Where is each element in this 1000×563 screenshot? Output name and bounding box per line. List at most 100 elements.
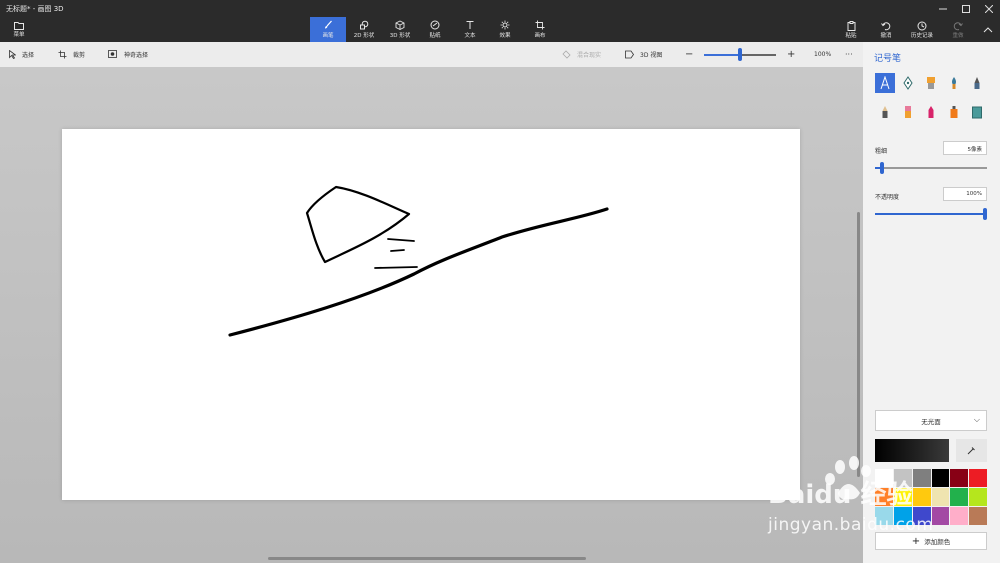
minimize-icon (938, 8, 947, 9)
pixel-pen-icon (974, 77, 980, 89)
opacity-slider-fill (875, 213, 983, 215)
mixed-reality-button[interactable]: 混合现实 (562, 42, 601, 67)
magic-select-icon (108, 50, 117, 58)
tab-stickers[interactable]: 贴纸 (417, 17, 453, 42)
calligraphy-pen-icon (903, 76, 913, 90)
spray-can-icon (950, 106, 958, 118)
undo-button[interactable]: 撤消 (874, 17, 898, 42)
zoom-in-button[interactable]: + (787, 42, 795, 67)
pencil-icon (882, 106, 888, 118)
menu-label: 菜单 (13, 32, 25, 38)
close-icon (984, 4, 993, 13)
paste-icon (847, 20, 855, 31)
zoom-out-button[interactable]: − (685, 42, 693, 67)
sub-toolbar: 选择 裁剪 神奇选择 混合现实 3D 视图 − + 100% ··· (0, 42, 863, 67)
tab-brushes[interactable]: 画笔 (310, 17, 346, 42)
drawing-canvas[interactable] (62, 129, 800, 500)
watercolor-icon (952, 77, 956, 89)
more-button[interactable]: ··· (845, 42, 853, 67)
paste-label: 粘贴 (845, 32, 857, 39)
history-label: 历史记录 (910, 32, 933, 39)
more-icon: ··· (845, 50, 853, 59)
view-3d-label: 3D 视图 (640, 52, 663, 59)
finish-value: 无光面 (921, 417, 941, 426)
magic-select-button[interactable]: 神奇选择 (108, 42, 148, 67)
crop-label: 裁剪 (73, 52, 86, 59)
redo-icon (953, 21, 963, 30)
thickness-slider-thumb[interactable] (880, 162, 884, 174)
minimize-button[interactable] (931, 0, 954, 17)
tab-label: 画布 (534, 33, 546, 39)
drawing-strokes (228, 185, 609, 337)
close-button[interactable] (977, 0, 1000, 17)
eyedropper-icon (967, 447, 975, 455)
opacity-slider[interactable] (875, 208, 987, 220)
canvas-icon (535, 20, 545, 30)
brush-marker[interactable] (875, 73, 895, 93)
brush-spray-can[interactable] (944, 102, 964, 122)
tab-label: 效果 (499, 33, 511, 39)
marker-icon (880, 76, 890, 90)
tab-2d-shapes[interactable]: 2D 形状 (346, 17, 382, 42)
panel-title: 记号笔 (874, 54, 902, 64)
brush-calligraphy-pen[interactable] (898, 73, 918, 93)
maximize-icon (961, 4, 970, 13)
cursor-icon (9, 50, 16, 59)
undo-label: 撤消 (880, 32, 892, 39)
long-diagonal-stroke (228, 207, 609, 337)
motion-line-stroke (387, 238, 415, 242)
tab-label: 画笔 (322, 33, 334, 39)
tab-label: 贴纸 (429, 33, 441, 39)
oil-brush-icon (927, 77, 935, 89)
tab-3d-shapes[interactable]: 3D 形状 (382, 17, 418, 42)
zoom-level[interactable]: 100% (814, 42, 831, 67)
select-label: 选择 (22, 52, 35, 59)
brush-pencil[interactable] (875, 102, 895, 122)
maximize-button[interactable] (954, 0, 977, 17)
main-toolbar: 菜单 画笔 2D 形状 3D 形状 贴纸 文本 效果 画布 粘贴 撤消 历史记录 (0, 17, 1000, 42)
fill-icon (972, 106, 982, 119)
thickness-slider[interactable] (875, 162, 987, 174)
watermark-url: jingyan.baidu.com (768, 515, 934, 535)
vertical-scrollbar[interactable] (857, 212, 860, 477)
motion-line-stroke (374, 266, 418, 269)
sticker-icon (430, 20, 440, 30)
view-3d-button[interactable]: 3D 视图 (625, 42, 662, 67)
tab-label: 文本 (464, 33, 476, 39)
history-icon (917, 21, 927, 30)
zoom-out-label: − (685, 49, 694, 60)
magic-select-label: 神奇选择 (124, 52, 149, 59)
tab-canvas[interactable]: 画布 (522, 17, 558, 42)
mixed-reality-icon (562, 50, 571, 59)
brush-fill[interactable] (967, 102, 987, 122)
finish-dropdown[interactable]: 无光面 ⌵ (875, 410, 987, 431)
crop-button[interactable]: 裁剪 (58, 42, 85, 67)
watermark-brand: Baidu 经验 (768, 479, 912, 510)
view-3d-icon (625, 50, 634, 59)
chevron-up-icon (983, 26, 993, 32)
redo-button[interactable]: 重做 (946, 17, 970, 42)
paste-button[interactable]: 粘贴 (840, 17, 862, 42)
tab-text[interactable]: 文本 (452, 17, 488, 42)
zoom-slider-thumb[interactable] (738, 48, 742, 61)
crayon-icon (928, 106, 934, 118)
thickness-value[interactable]: 5像素 (943, 141, 987, 155)
opacity-slider-thumb[interactable] (983, 208, 987, 220)
select-button[interactable]: 选择 (9, 42, 34, 67)
brush-crayon[interactable] (921, 102, 941, 122)
opacity-value[interactable]: 100% (943, 187, 987, 201)
horizontal-scrollbar[interactable] (268, 557, 586, 560)
collapse-button[interactable] (978, 17, 998, 42)
history-button[interactable]: 历史记录 (905, 17, 939, 42)
brush-oil[interactable] (921, 73, 941, 93)
cube-icon (395, 20, 405, 30)
crop-icon (58, 50, 67, 59)
eraser-icon (905, 106, 911, 118)
window-controls (931, 0, 1000, 17)
folder-icon (14, 22, 24, 30)
brush-eraser[interactable] (898, 102, 918, 122)
menu-button[interactable]: 菜单 (6, 17, 32, 42)
tab-effects[interactable]: 效果 (487, 17, 523, 42)
brush-pixel-pen[interactable] (967, 73, 987, 93)
brush-watercolor[interactable] (944, 73, 964, 93)
